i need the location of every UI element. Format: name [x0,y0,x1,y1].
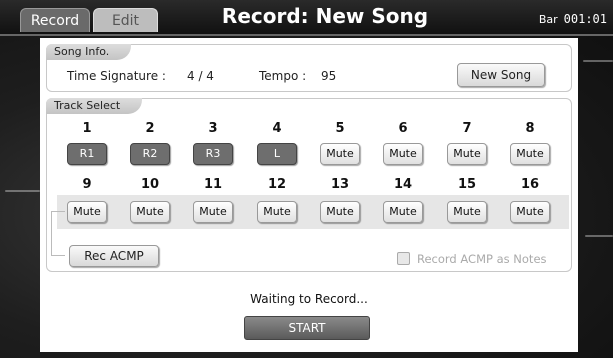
track-9-mute-button[interactable]: Mute [67,201,107,223]
track-number: 2 [145,121,155,136]
background-streak [5,190,40,192]
bar-position: Bar 001:01 [539,12,607,26]
track-12-mute-button[interactable]: Mute [257,201,297,223]
track-15-mute-button[interactable]: Mute [447,201,487,223]
track-6-mute-button[interactable]: Mute [383,143,423,165]
track-number: 15 [457,177,477,192]
record-acmp-as-notes-label: Record ACMP as Notes [417,252,547,266]
track-13-mute-button[interactable]: Mute [320,201,360,223]
bar-value: 001:01 [563,12,607,26]
track-select-section: Track Select 1 2 3 4 5 6 7 8 R1 R2 R3 L … [46,98,572,272]
track-8-mute-button[interactable]: Mute [510,143,550,165]
track-10-mute-button[interactable]: Mute [130,201,170,223]
time-signature-value: 4 / 4 [187,69,214,83]
time-signature-label: Time Signature : [67,69,166,83]
rec-acmp-button[interactable]: Rec ACMP [69,245,159,267]
main-panel: Song Info. Time Signature : 4 / 4 Tempo … [40,38,578,352]
header-bar: Record Edit Record: New Song Bar 001:01 [0,0,613,36]
track-number: 13 [330,177,350,192]
track-number: 7 [462,121,472,136]
track-number: 6 [398,121,408,136]
track-2-button[interactable]: R2 [130,143,170,165]
track-1-button[interactable]: R1 [67,143,107,165]
track-7-mute-button[interactable]: Mute [447,143,487,165]
page-title: Record: New Song [221,4,429,28]
track-number: 11 [203,177,223,192]
track-16-mute-button[interactable]: Mute [510,201,550,223]
song-info-label: Song Info. [46,44,132,60]
track-11-mute-button[interactable]: Mute [193,201,233,223]
track-number: 14 [393,177,413,192]
song-info-section: Song Info. Time Signature : 4 / 4 Tempo … [46,44,572,92]
acmp-bracket [51,211,65,256]
track-number: 3 [208,121,218,136]
background-streak [583,60,613,62]
track-14-mute-button[interactable]: Mute [383,201,423,223]
tempo-label: Tempo : [259,69,307,83]
bar-label: Bar [538,13,558,26]
record-acmp-as-notes-checkbox[interactable] [397,252,410,265]
start-button[interactable]: START [244,316,370,340]
tab-edit[interactable]: Edit [93,8,158,32]
track-number: 9 [82,177,92,192]
tab-record[interactable]: Record [20,8,90,32]
track-5-mute-button[interactable]: Mute [320,143,360,165]
track-number: 12 [267,177,287,192]
track-number: 4 [272,121,282,136]
track-number: 10 [140,177,160,192]
track-number: 8 [525,121,535,136]
new-song-button[interactable]: New Song [457,63,545,87]
status-text: Waiting to Record... [250,292,368,306]
tempo-value: 95 [321,69,337,83]
track-3-button[interactable]: R3 [193,143,233,165]
background-streak [585,235,613,237]
track-number: 16 [520,177,540,192]
track-4-button[interactable]: L [257,143,297,165]
track-select-label: Track Select [46,98,143,114]
track-number: 1 [82,121,92,136]
track-number: 5 [335,121,345,136]
